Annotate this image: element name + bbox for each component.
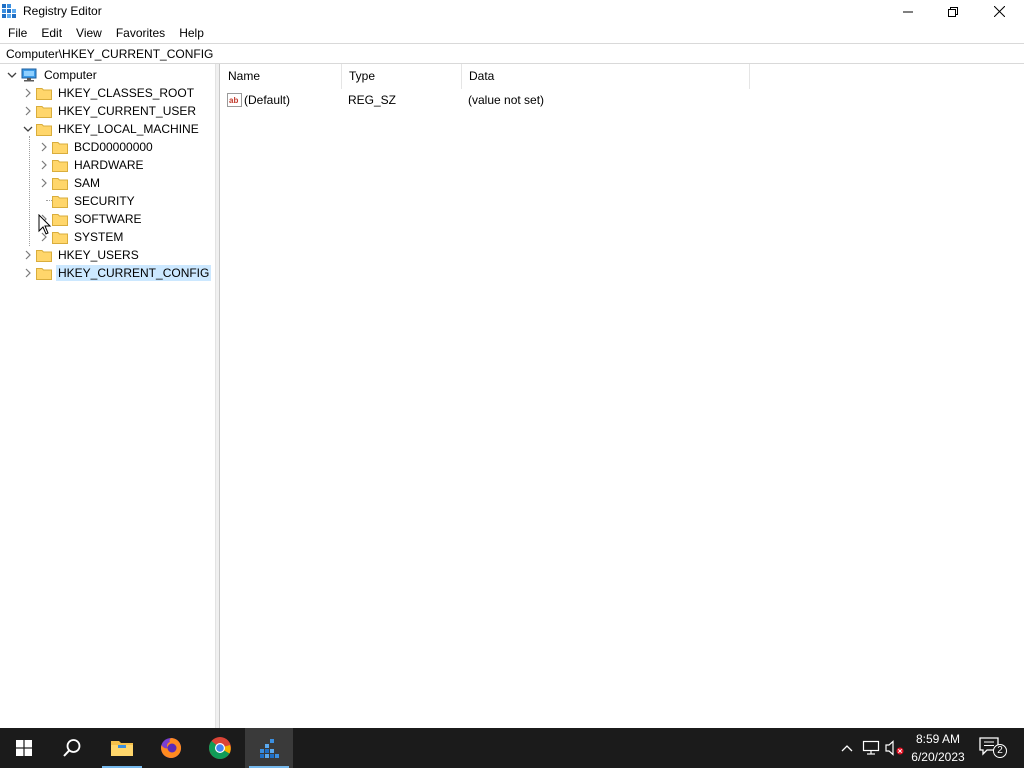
- tree-node-hkey-classes-root[interactable]: HKEY_CLASSES_ROOT: [22, 84, 196, 102]
- folder-icon: [36, 106, 52, 118]
- close-button[interactable]: [976, 0, 1022, 23]
- address-path[interactable]: Computer\HKEY_CURRENT_CONFIG: [6, 47, 213, 61]
- minimize-button[interactable]: [885, 0, 931, 23]
- collapse-arrow-icon[interactable]: [6, 69, 18, 81]
- value-name: (Default): [244, 93, 291, 107]
- show-hidden-icons-button[interactable]: [838, 738, 856, 758]
- menu-view[interactable]: View: [69, 23, 109, 43]
- chrome-button[interactable]: [196, 728, 244, 768]
- svg-text:ab: ab: [229, 96, 238, 105]
- tree-node-hardware[interactable]: HARDWARE: [38, 156, 146, 174]
- network-icon: [862, 740, 880, 755]
- taskbar: 8:59 AM 6/20/2023 2: [0, 728, 1024, 768]
- tree-node-bcd00000000[interactable]: BCD00000000: [38, 138, 155, 156]
- value-list[interactable]: Name Type Data ab (Default) REG_SZ (valu…: [221, 64, 1024, 728]
- column-header-type[interactable]: Type: [342, 64, 462, 89]
- start-button[interactable]: [0, 728, 48, 768]
- menu-edit[interactable]: Edit: [34, 23, 69, 43]
- pane-splitter[interactable]: [216, 64, 220, 728]
- expand-arrow-icon[interactable]: [22, 267, 34, 279]
- registry-editor-icon: [2, 4, 16, 18]
- tree-node-hkey-local-machine[interactable]: HKEY_LOCAL_MACHINE: [22, 120, 201, 138]
- tree-label-selected: HKEY_CURRENT_CONFIG: [56, 265, 212, 281]
- registry-editor-icon: [260, 739, 279, 758]
- title-bar[interactable]: Registry Editor: [0, 0, 1024, 23]
- search-button[interactable]: [48, 728, 96, 768]
- menu-bar: File Edit View Favorites Help: [0, 23, 1024, 43]
- menu-help[interactable]: Help: [172, 23, 211, 43]
- tree-label: SECURITY: [74, 194, 135, 208]
- file-explorer-button[interactable]: [98, 728, 146, 768]
- firefox-icon: [161, 737, 182, 758]
- folder-icon: [52, 142, 68, 154]
- tree-label: HKEY_CURRENT_USER: [58, 104, 197, 118]
- clock-time: 8:59 AM: [915, 732, 961, 746]
- tree-label-computer: Computer: [44, 68, 97, 82]
- column-header-name[interactable]: Name: [221, 64, 342, 89]
- file-explorer-icon: [111, 741, 133, 756]
- tree-node-hkey-current-config[interactable]: HKEY_CURRENT_CONFIG: [22, 264, 212, 282]
- computer-icon: [21, 68, 37, 82]
- address-bar[interactable]: Computer\HKEY_CURRENT_CONFIG: [0, 43, 1024, 64]
- chevron-up-icon: [841, 745, 853, 752]
- tree-label: HARDWARE: [74, 158, 144, 172]
- windows-logo-icon: [16, 740, 32, 756]
- value-data: (value not set): [468, 93, 545, 107]
- minimize-icon: [903, 11, 913, 12]
- folder-icon: [52, 214, 68, 226]
- tree-node-computer[interactable]: Computer: [6, 66, 99, 84]
- expand-arrow-icon[interactable]: [38, 141, 50, 153]
- restore-button[interactable]: [930, 0, 976, 23]
- column-header-data[interactable]: Data: [462, 64, 750, 89]
- collapse-arrow-icon[interactable]: [22, 123, 34, 135]
- tree-label: HKEY_LOCAL_MACHINE: [58, 122, 199, 136]
- search-icon: [63, 739, 81, 757]
- restore-icon: [948, 6, 958, 17]
- close-icon: [993, 6, 1005, 17]
- string-value-icon: ab: [227, 93, 242, 107]
- folder-icon: [36, 268, 52, 280]
- menu-file[interactable]: File: [1, 23, 34, 43]
- firefox-button[interactable]: [147, 728, 195, 768]
- window-title: Registry Editor: [23, 4, 102, 18]
- folder-open-icon: [36, 124, 52, 136]
- tree-node-security[interactable]: SECURITY: [38, 192, 137, 210]
- menu-favorites[interactable]: Favorites: [109, 23, 172, 43]
- folder-icon: [36, 88, 52, 100]
- volume-button[interactable]: [884, 738, 906, 758]
- folder-icon: [52, 196, 68, 208]
- tree-line: [29, 136, 30, 246]
- network-button[interactable]: [860, 738, 882, 758]
- mouse-cursor-icon: [38, 214, 52, 235]
- clock-date: 6/20/2023: [911, 750, 965, 764]
- volume-muted-icon: [885, 740, 904, 756]
- folder-icon: [52, 178, 68, 190]
- key-tree[interactable]: Computer HKEY_CLASSES_ROOT HKEY_CURRENT_…: [0, 64, 216, 728]
- folder-icon: [36, 250, 52, 262]
- tree-node-software[interactable]: SOFTWARE: [38, 210, 144, 228]
- tree-label: HKEY_CLASSES_ROOT: [58, 86, 195, 100]
- tree-label: BCD00000000: [74, 140, 153, 154]
- tree-node-sam[interactable]: SAM: [38, 174, 102, 192]
- expand-arrow-icon[interactable]: [38, 159, 50, 171]
- folder-icon: [52, 160, 68, 172]
- chrome-icon: [209, 737, 231, 759]
- tree-label: SYSTEM: [74, 230, 124, 244]
- tree-node-hkey-current-user[interactable]: HKEY_CURRENT_USER: [22, 102, 198, 120]
- notification-count-badge: 2: [993, 744, 1007, 758]
- value-type: REG_SZ: [348, 93, 397, 107]
- folder-icon: [52, 232, 68, 244]
- tree-node-hkey-users[interactable]: HKEY_USERS: [22, 246, 141, 264]
- registry-editor-taskbar-button[interactable]: [245, 728, 293, 768]
- expand-arrow-icon[interactable]: [22, 249, 34, 261]
- expand-arrow-icon[interactable]: [22, 105, 34, 117]
- tree-label: SOFTWARE: [74, 212, 142, 226]
- expand-arrow-icon[interactable]: [22, 87, 34, 99]
- tree-label: SAM: [74, 176, 101, 190]
- expand-arrow-icon[interactable]: [38, 177, 50, 189]
- list-row[interactable]: ab (Default) REG_SZ (value not set): [221, 90, 761, 110]
- action-center-button[interactable]: 2: [978, 736, 1008, 760]
- tree-label: HKEY_USERS: [58, 248, 139, 262]
- taskbar-clock[interactable]: 8:59 AM 6/20/2023: [905, 730, 971, 766]
